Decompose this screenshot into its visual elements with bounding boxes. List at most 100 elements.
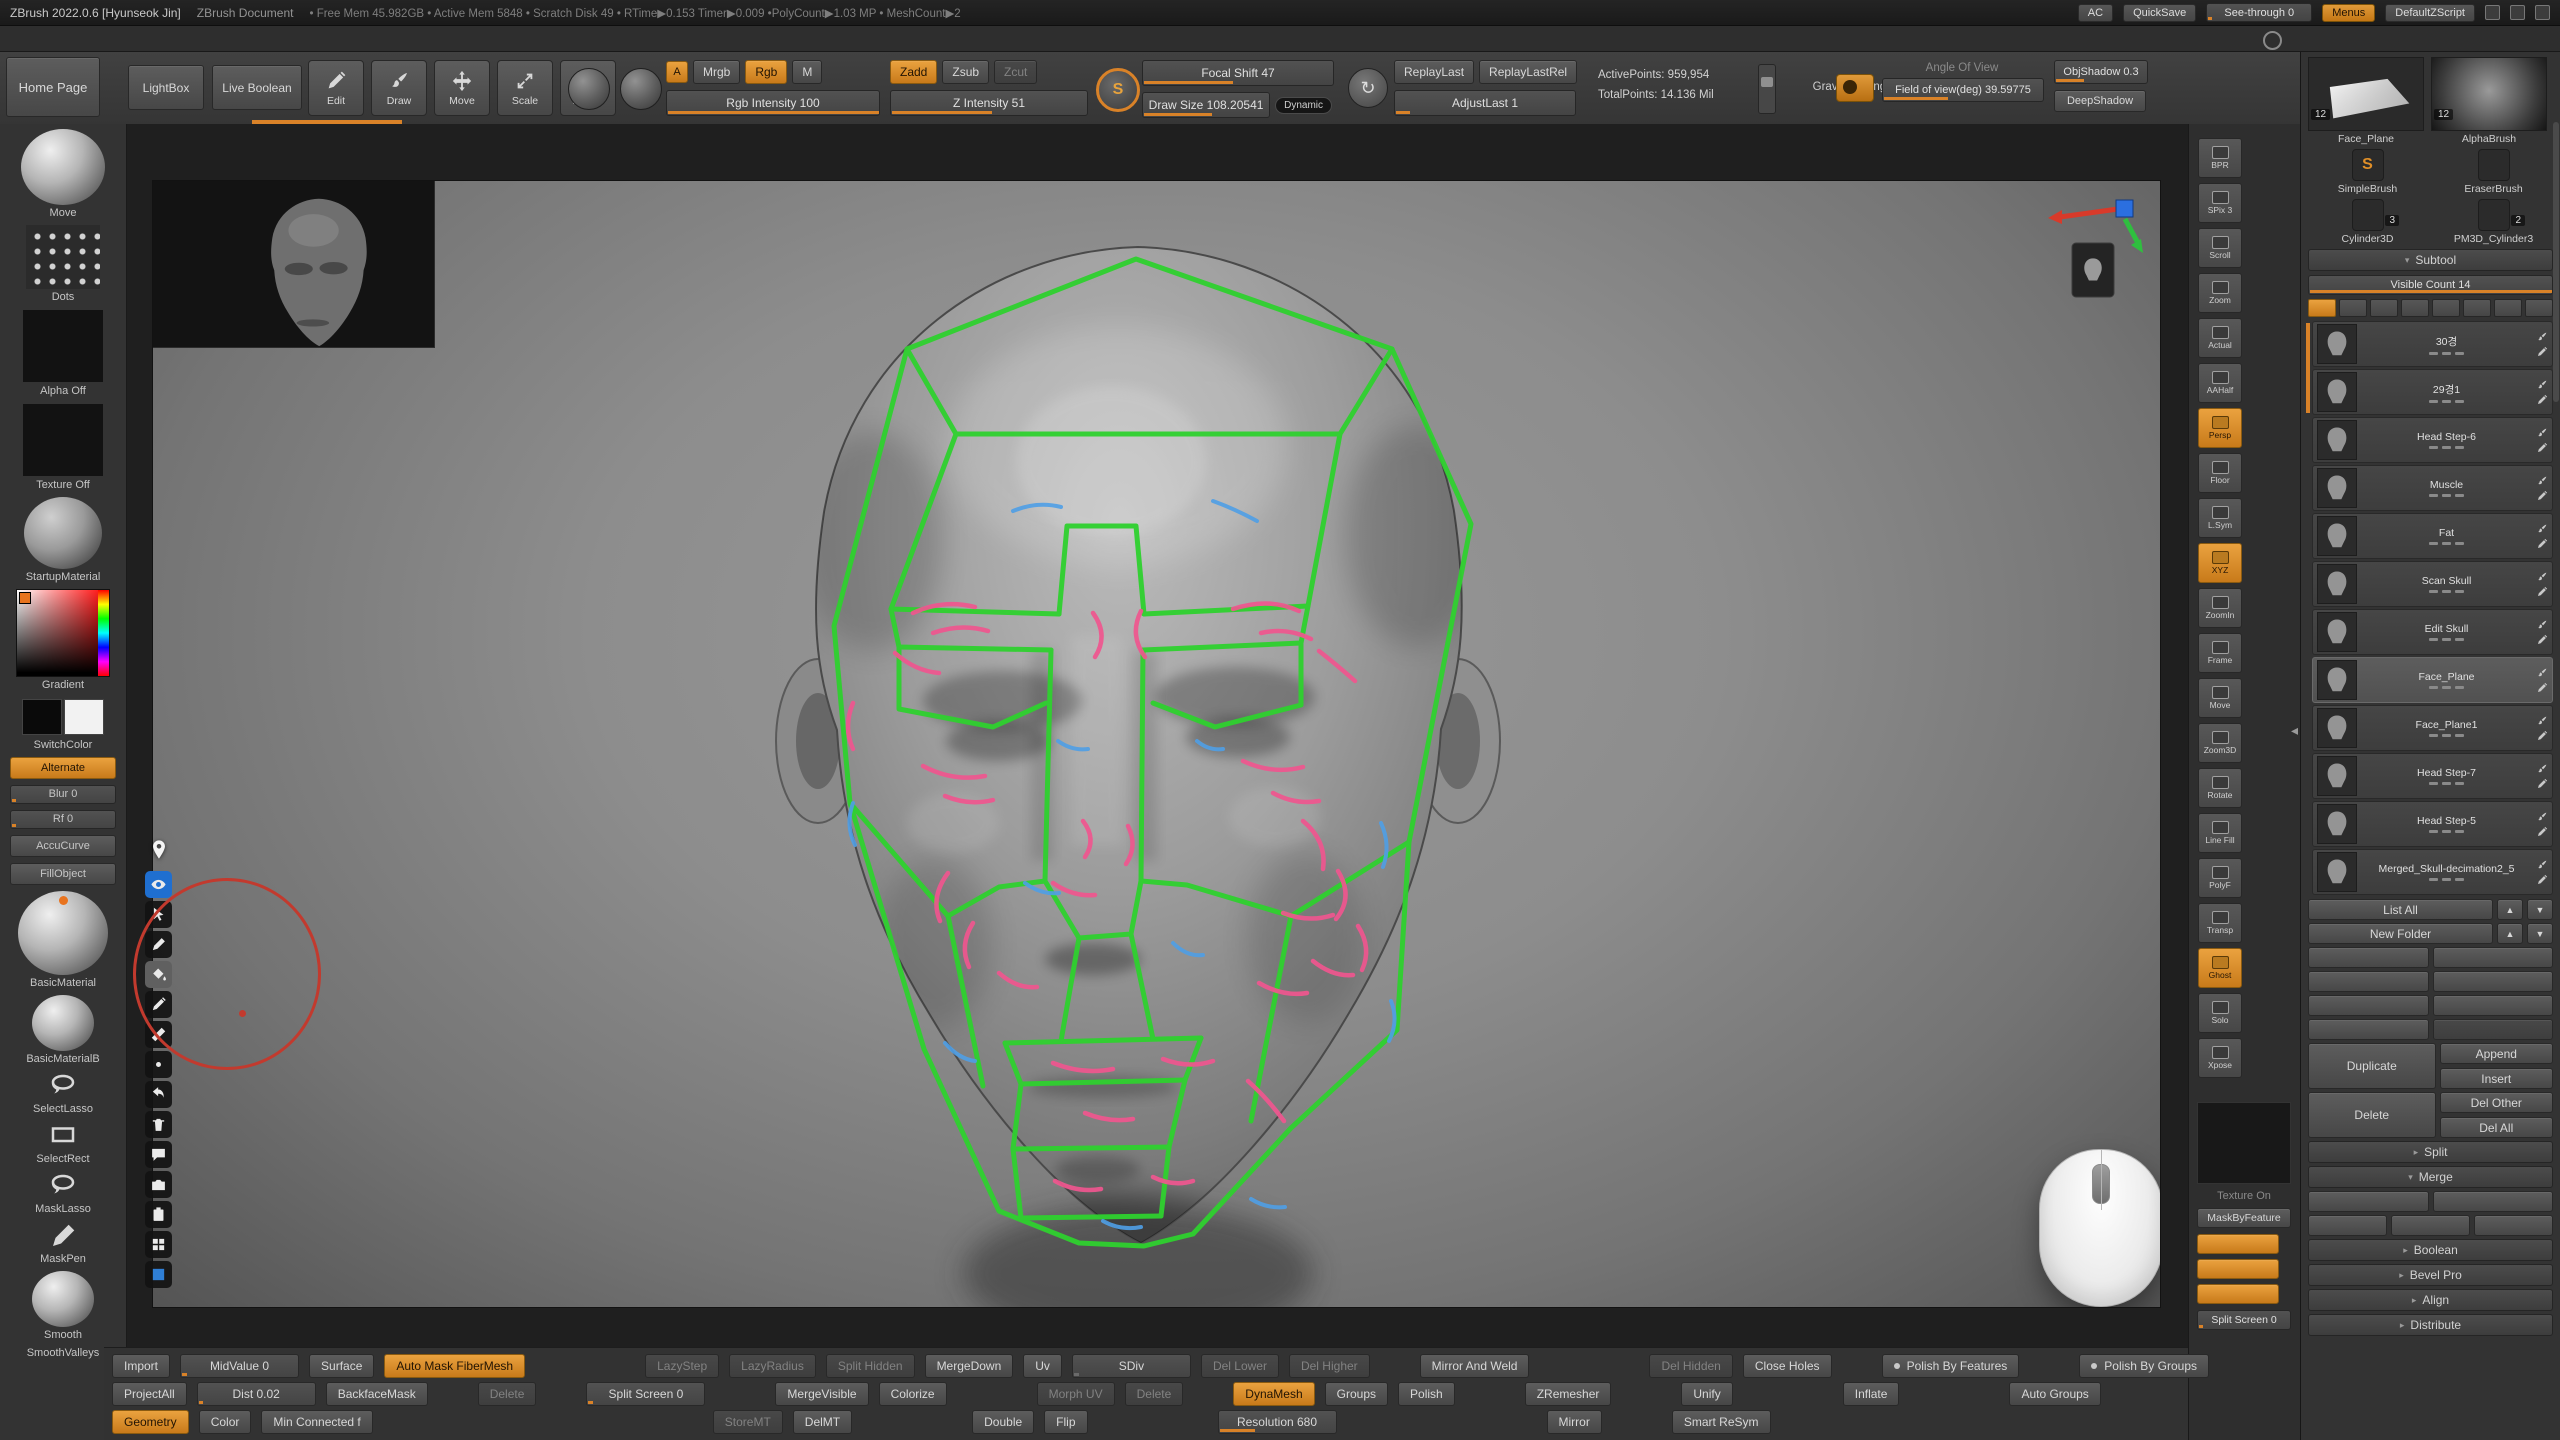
subtool-row[interactable]: 29경1 (2312, 369, 2553, 415)
mode-button[interactable]: Scale (497, 60, 553, 116)
paint-toggle-icon[interactable] (2536, 538, 2548, 550)
canvas-area[interactable] (127, 124, 2188, 1440)
subtool-mini-controls[interactable] (2429, 734, 2464, 737)
left-tray-thumbnail[interactable] (18, 891, 108, 975)
dock-button[interactable]: Unify (1681, 1382, 1732, 1406)
merge-option-toggle[interactable] (2197, 1284, 2279, 1304)
dock-button[interactable]: Split Hidden (826, 1354, 915, 1378)
sculpt-toggle-icon[interactable] (2536, 667, 2548, 679)
subtool-row[interactable]: Face_Plane1 (2312, 705, 2553, 751)
subtool-version-tab[interactable] (2432, 299, 2460, 317)
zadd-button[interactable]: Zadd (890, 60, 937, 84)
sculpt-toggle-icon[interactable] (2536, 379, 2548, 391)
stroke-icon[interactable] (1096, 68, 1140, 112)
sculpt-toggle-icon[interactable] (2536, 715, 2548, 727)
dock-button[interactable]: Del Higher (1289, 1354, 1370, 1378)
right-shelf-button[interactable]: Xpose (2198, 1038, 2242, 1078)
annotation-tool-button[interactable] (145, 1111, 172, 1138)
interface-icon-1[interactable] (2485, 5, 2500, 20)
subtool-action-button[interactable] (2433, 1019, 2554, 1040)
paint-toggle-icon[interactable] (2536, 394, 2548, 406)
subtool-version-tab[interactable] (2370, 299, 2398, 317)
menu-item[interactable] (52, 36, 70, 42)
mode-button[interactable]: Move (434, 60, 490, 116)
split-screen-slider[interactable]: Split Screen 0 (2197, 1310, 2291, 1330)
right-shelf-button[interactable]: Move (2198, 678, 2242, 718)
subtool-version-tab[interactable] (2463, 299, 2491, 317)
left-tray-item[interactable]: BasicMaterialB (26, 995, 99, 1065)
sculpt-toggle-icon[interactable] (2536, 619, 2548, 631)
left-tray-item[interactable]: Gradient (16, 589, 110, 691)
dock-button[interactable]: Min Connected f (261, 1410, 372, 1434)
right-shelf-button[interactable]: L.Sym (2198, 498, 2242, 538)
left-tray-item[interactable]: Rf 0 (10, 810, 116, 829)
merge-button[interactable] (2474, 1215, 2553, 1236)
mode-button[interactable]: Draw (371, 60, 427, 116)
menu-item[interactable] (172, 36, 190, 42)
subtool-version-tab[interactable] (2401, 299, 2429, 317)
subtool-mini-controls[interactable] (2429, 878, 2464, 881)
interface-icon-3[interactable] (2535, 5, 2550, 20)
move-down-button[interactable]: ▼ (2527, 899, 2553, 920)
subtool-row[interactable]: Head Step-6 (2312, 417, 2553, 463)
mrgb-button[interactable]: Mrgb (693, 60, 740, 84)
dock-button[interactable]: DelMT (793, 1410, 852, 1434)
dock-button[interactable]: Flip (1044, 1410, 1087, 1434)
home-page-button[interactable]: Home Page (6, 57, 100, 117)
insert-button[interactable]: Insert (2440, 1068, 2554, 1089)
left-tray-thumbnail[interactable] (22, 309, 104, 383)
menu-item[interactable] (432, 36, 450, 42)
merge-button[interactable] (2308, 1191, 2429, 1212)
menu-item[interactable] (272, 36, 290, 42)
subtool-row[interactable]: Head Step-5 (2312, 801, 2553, 847)
subtool-mini-controls[interactable] (2429, 782, 2464, 785)
left-tray-item[interactable]: Dots (26, 225, 100, 303)
rgb-button[interactable]: Rgb (745, 60, 787, 84)
right-shelf-button[interactable]: Scroll (2198, 228, 2242, 268)
dock-button[interactable]: Auto Groups (2009, 1382, 2100, 1406)
dock-button[interactable]: BackfaceMask (326, 1382, 428, 1406)
material-knob-icon-2[interactable] (620, 68, 662, 110)
dock-button[interactable]: Split Screen 0 (586, 1382, 705, 1406)
subtool-row[interactable]: 30경 (2312, 321, 2553, 367)
palette-section-header[interactable]: ▸ Bevel Pro (2308, 1264, 2553, 1286)
subtool-header[interactable]: ▾ Subtool (2308, 249, 2553, 271)
subtool-action-button[interactable] (2308, 947, 2429, 968)
replay-icon[interactable] (1348, 68, 1388, 108)
move-up-button[interactable]: ▲ (2497, 899, 2523, 920)
left-tray-item[interactable]: Blur 0 (10, 785, 116, 804)
lightbox-button[interactable]: LightBox (128, 65, 204, 110)
subtool-row[interactable]: Fat (2312, 513, 2553, 559)
right-shelf-button[interactable]: PolyF (2198, 858, 2242, 898)
subtool-mini-controls[interactable] (2429, 686, 2464, 689)
right-shelf-button[interactable]: Solo (2198, 993, 2242, 1033)
zsub-button[interactable]: Zsub (942, 60, 989, 84)
subtool-row[interactable]: Edit Skull (2312, 609, 2553, 655)
right-shelf-button[interactable]: Ghost (2198, 948, 2242, 988)
dock-button[interactable]: LazyRadius (729, 1354, 816, 1378)
subtool-action-button[interactable] (2308, 1019, 2429, 1040)
draw-size-slider[interactable]: Draw Size 108.20541 (1142, 92, 1270, 118)
default-zscript-button[interactable]: DefaultZScript (2385, 4, 2475, 22)
right-shelf-button[interactable]: ZoomIn (2198, 588, 2242, 628)
subtool-mini-controls[interactable] (2429, 638, 2464, 641)
zcut-button[interactable]: Zcut (994, 60, 1037, 84)
tray-collapse-arrow[interactable]: ◂ (2291, 722, 2298, 739)
subtool-action-button[interactable] (2433, 995, 2554, 1016)
dock-button[interactable]: LazyStep (645, 1354, 719, 1378)
left-tray-item[interactable]: Alternate (10, 757, 116, 779)
subtool-mini-controls[interactable] (2429, 446, 2464, 449)
dock-button[interactable]: Polish By Groups (2079, 1354, 2209, 1378)
right-shelf-button[interactable]: Persp (2198, 408, 2242, 448)
dock-button[interactable]: ProjectAll (112, 1382, 187, 1406)
menu-item[interactable] (12, 36, 30, 42)
left-tray-item[interactable]: MaskLasso (35, 1171, 91, 1215)
menu-item[interactable] (392, 36, 410, 42)
gravity-slider[interactable] (1758, 64, 1776, 114)
left-tray-item[interactable]: SmoothValleys (27, 1347, 100, 1359)
left-tray-thumbnail[interactable] (24, 497, 102, 569)
right-shelf-button[interactable]: Zoom3D (2198, 723, 2242, 763)
current-tool-thumbnail[interactable]: 12 Face_Plane (2308, 57, 2424, 145)
recent-tool-item[interactable]: EraserBrush (2434, 149, 2553, 195)
dock-button[interactable]: Mirror (1547, 1410, 1602, 1434)
